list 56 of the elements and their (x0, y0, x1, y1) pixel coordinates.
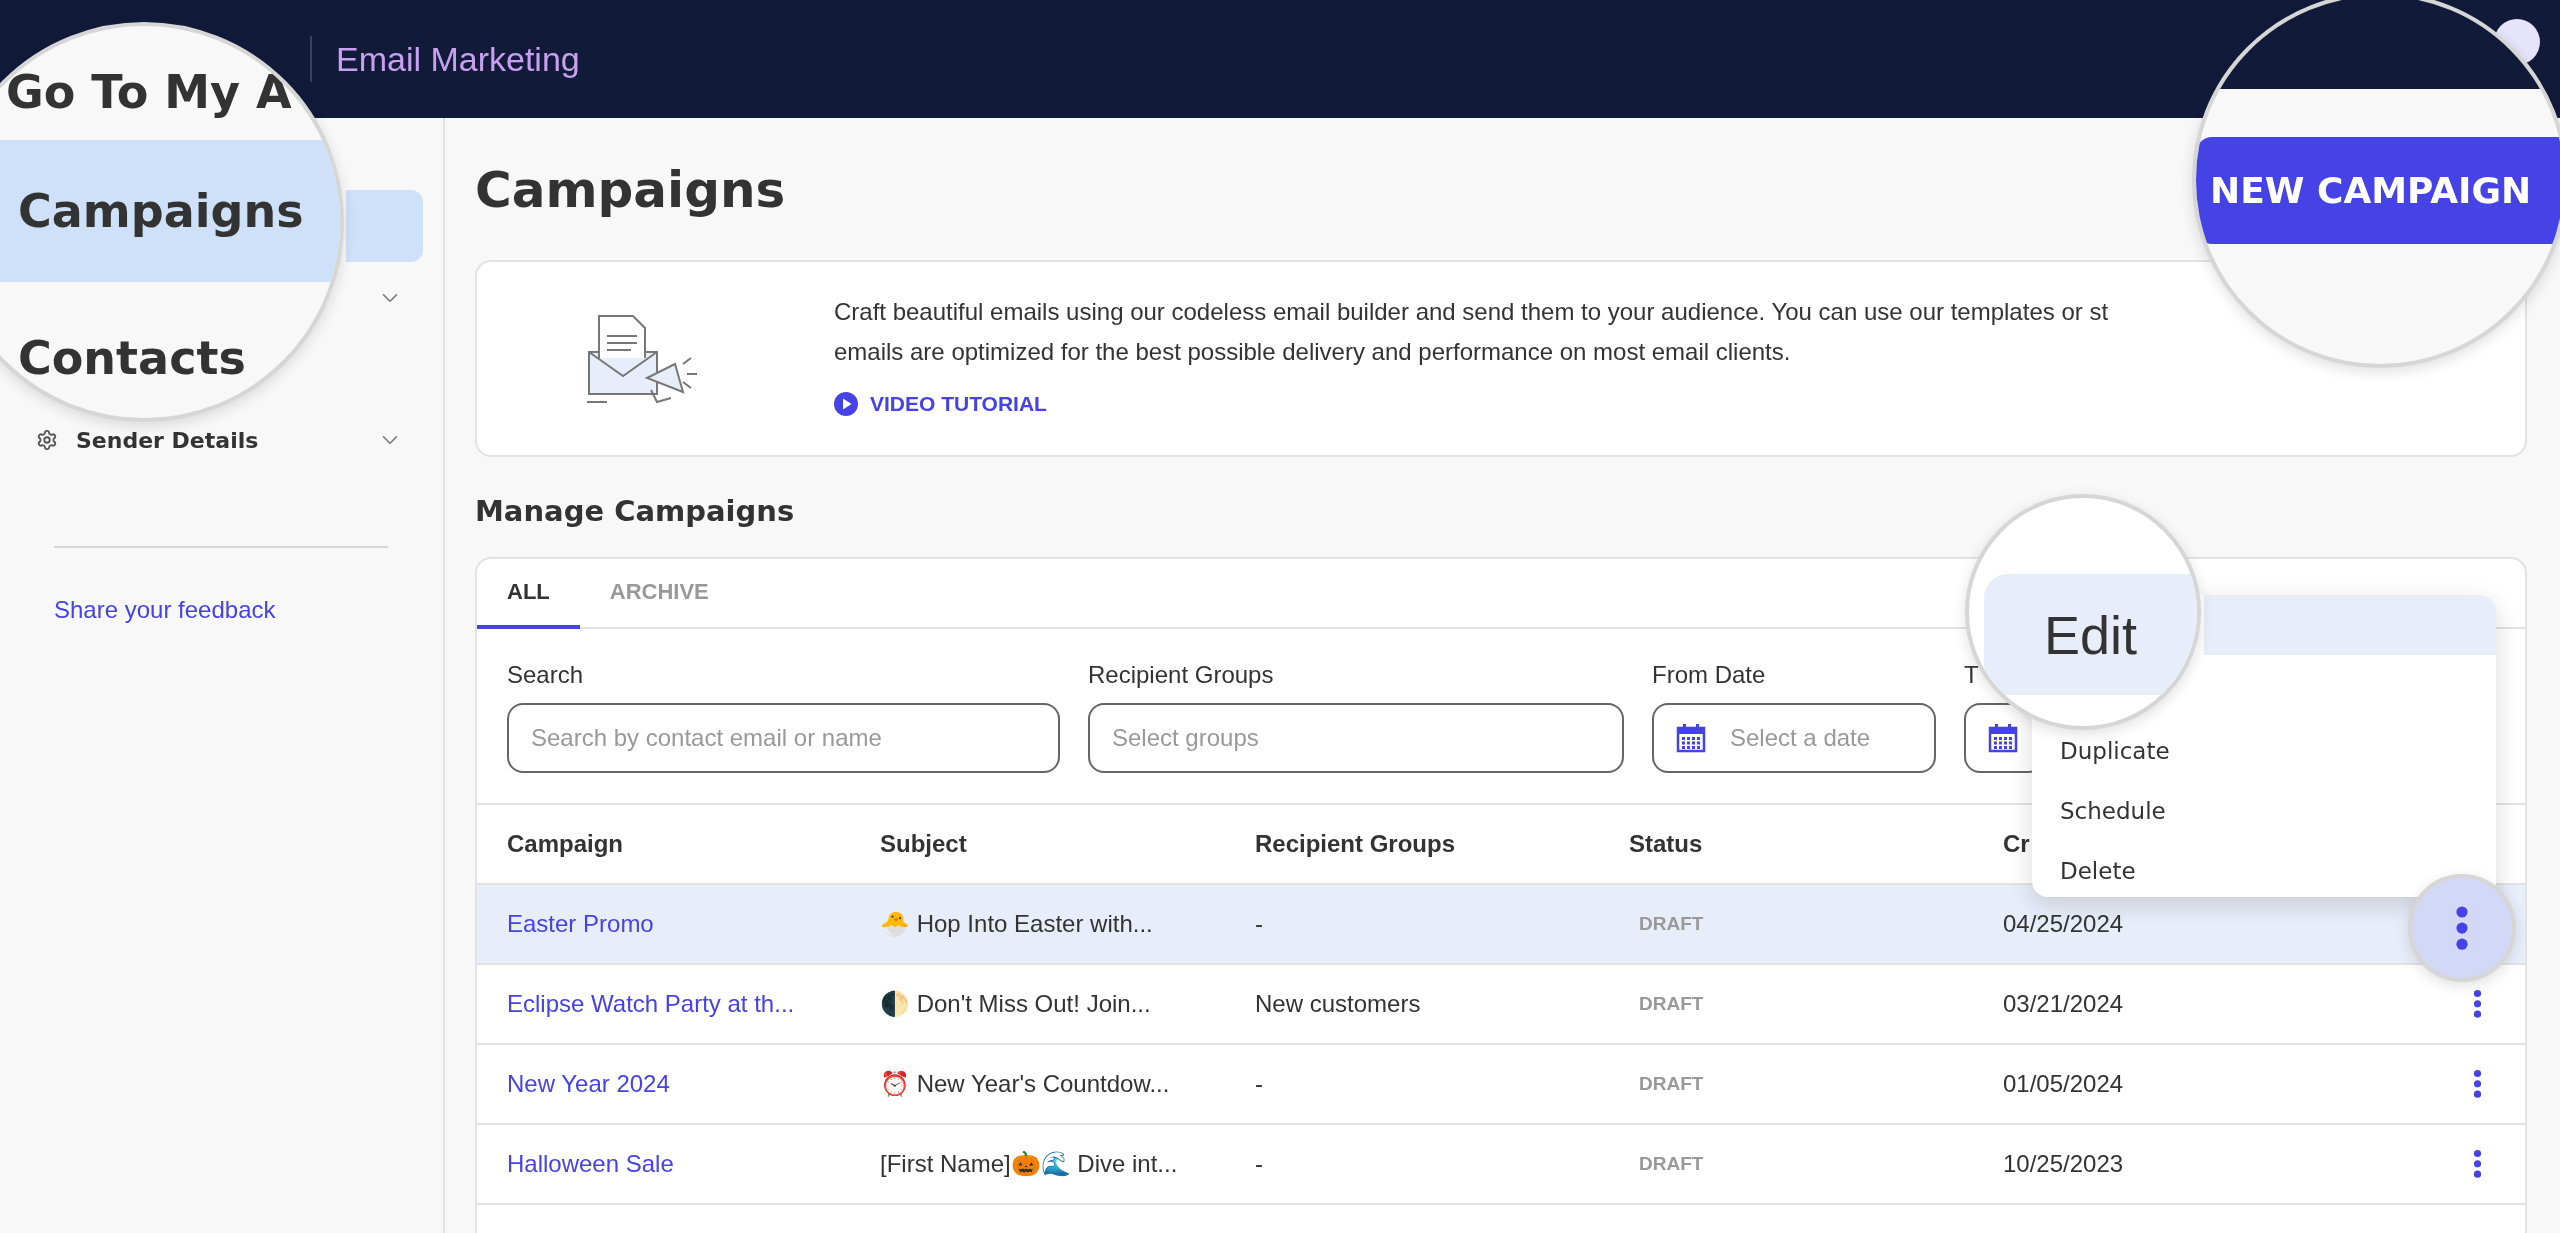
table-cell: New customers (1255, 990, 1421, 1018)
intro-text: emails are optimized for the best possible delivery and performance on most email clients. (834, 337, 1791, 367)
column-header: Status (1629, 830, 1703, 858)
product-name: Email Marketing (336, 39, 580, 79)
campaign-link[interactable]: Easter Promo (507, 910, 654, 938)
status-label: DRAFT (1639, 1073, 1704, 1095)
more-options-icon (2473, 1069, 2482, 1099)
select-field[interactable]: Select groups (1088, 703, 1624, 773)
calendar-icon (1988, 723, 2018, 753)
status-label: DRAFT (1639, 993, 1704, 1015)
table-cell: [First Name]🎃🌊 Dive int... (880, 1150, 1178, 1178)
calendar-icon (1676, 723, 1706, 753)
filter-label: From Date (1652, 661, 1766, 689)
campaign-link[interactable]: Eclipse Watch Party at th... (507, 990, 795, 1018)
feedback-link[interactable]: Share your feedback (54, 596, 276, 624)
table-cell: - (1255, 1150, 1263, 1178)
table-cell: 01/05/2024 (2003, 1070, 2124, 1098)
table-cell: 🐣 Hop Into Easter with... (880, 910, 1153, 938)
column-header: Campaign (507, 830, 623, 858)
table-cell: - (1255, 1070, 1263, 1098)
table-cell: ⏰ New Year's Countdow... (880, 1070, 1170, 1098)
play-icon (834, 392, 858, 416)
table-cell: 04/25/2024 (2003, 910, 2124, 938)
menu-item[interactable]: Delete (2060, 858, 2136, 884)
date-field[interactable]: Select a date (1652, 703, 1936, 773)
filter-label: Search (507, 661, 584, 689)
table-row[interactable]: Easter Promo 🐣 Hop Into Easter with... - DRAFT 04/25/2024 (477, 883, 2525, 963)
filter-label: T (1964, 661, 1979, 689)
section-heading: Manage Campaigns (475, 493, 795, 529)
column-header: Subject (880, 830, 967, 858)
table-cell: 03/21/2024 (2003, 990, 2124, 1018)
video-tutorial-link[interactable]: VIDEO TUTORIAL (834, 392, 1047, 416)
table-row[interactable]: New Year 2024 ⏰ New Year's Countdow... - DRAFT 01/05/2024 (477, 1043, 2525, 1123)
status-label: DRAFT (1639, 913, 1704, 935)
column-header: Recipient Groups (1255, 830, 1456, 858)
new-campaign-button[interactable]: NEW CAMPAIGN (2196, 137, 2560, 244)
tab[interactable]: ALL (477, 559, 580, 629)
more-options-icon (2455, 904, 2469, 952)
campaign-link[interactable]: Halloween Sale (507, 1150, 674, 1178)
search-field[interactable]: Search by contact email or name (507, 703, 1060, 773)
table-cell: - (1255, 910, 1263, 938)
sidebar-item[interactable]: Sender Details (76, 427, 259, 453)
campaign-link[interactable]: New Year 2024 (507, 1070, 670, 1098)
menu-item[interactable]: Schedule (2060, 798, 2166, 824)
menu-item[interactable]: Duplicate (2060, 738, 2170, 764)
table-cell: 10/25/2023 (2003, 1150, 2124, 1178)
more-options-icon (2473, 1149, 2482, 1179)
status-label: DRAFT (1639, 1153, 1704, 1175)
filter-label: Recipient Groups (1088, 661, 1274, 689)
table-row[interactable]: Halloween Sale [First Name]🎃🌊 Dive int... - DRAFT 10/25/2023 (477, 1123, 2525, 1203)
column-header: Cr (2003, 830, 2030, 858)
intro-text: Craft beautiful emails using our codeless email builder and send them to your audience. You can use our templates or st (834, 297, 2109, 327)
page-title: Campaigns (475, 160, 786, 220)
settings-icon (36, 429, 58, 451)
more-options-icon (2473, 989, 2482, 1019)
table-cell: 🌓 Don't Miss Out! Join... (880, 990, 1151, 1018)
